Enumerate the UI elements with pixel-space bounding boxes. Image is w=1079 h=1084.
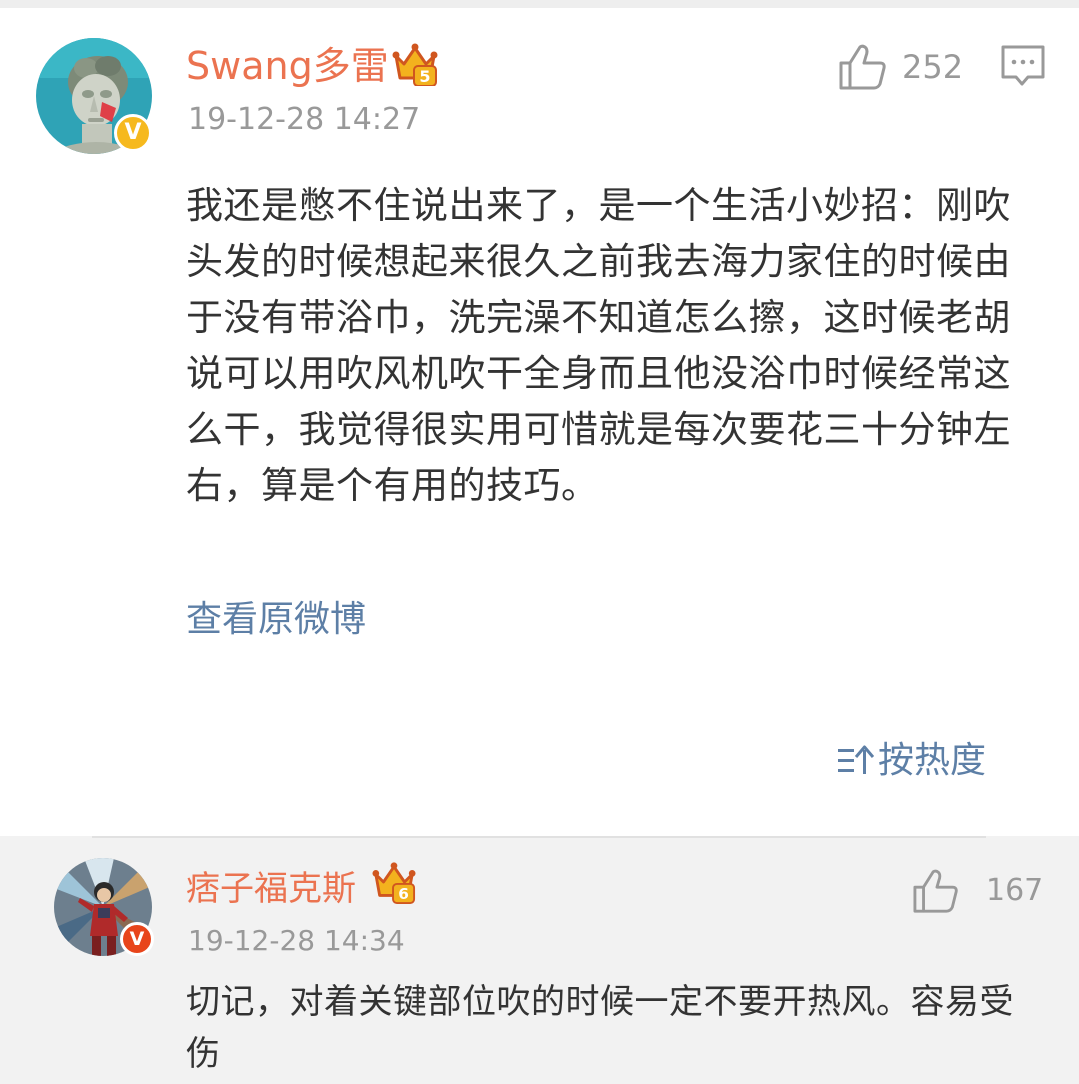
reply-avatar-wrap[interactable]: V — [54, 858, 154, 956]
reply-username[interactable]: 痞子福克斯 — [186, 866, 356, 912]
vip-level-text: 5 — [419, 67, 430, 86]
main-comment-timestamp: 19-12-28 14:27 — [188, 102, 421, 137]
sort-icon — [838, 745, 874, 774]
sort-label: 按热度 — [878, 740, 987, 781]
reply-divider — [92, 836, 986, 838]
view-original-link[interactable]: 查看原微博 — [186, 596, 366, 644]
thumbs-up-icon[interactable] — [838, 43, 888, 91]
like-count: 252 — [902, 48, 964, 86]
comment-thread-page: V Swang多雷 5 19-12-28 14:27 252 我还是憋不住说出来… — [0, 0, 1079, 1084]
vip-crown-icon[interactable]: 5 — [392, 42, 438, 86]
reply-like-button[interactable]: 167 — [912, 866, 1043, 916]
main-comment-avatar-wrap[interactable]: V — [36, 38, 152, 154]
main-comment-like-button[interactable]: 252 — [838, 42, 963, 92]
top-divider — [0, 0, 1079, 8]
verified-badge-icon: V — [120, 922, 154, 956]
main-comment-text: 我还是憋不住说出来了，是一个生活小妙招：刚吹头发的时候想起来很久之前我去海力家住… — [186, 184, 1011, 507]
vip-crown-icon[interactable]: 6 — [372, 860, 416, 904]
like-count: 167 — [986, 873, 1044, 908]
reply-text: 切记，对着关键部位吹的时候一定不要开热风。容易受伤 — [186, 982, 1014, 1074]
comment-bubble-icon[interactable] — [1000, 44, 1046, 88]
reply-timestamp: 19-12-28 14:34 — [188, 924, 405, 957]
sort-by-popularity-button[interactable]: 按热度 — [836, 736, 986, 786]
thumbs-up-icon[interactable] — [912, 868, 960, 914]
main-comment-username[interactable]: Swang多雷 — [186, 42, 389, 90]
reply-section: V 痞子福克斯 6 19-12-28 14:34 167 切记，对着关键部位吹的… — [0, 836, 1079, 1084]
verified-badge-icon: V — [114, 114, 152, 152]
vip-level-text: 6 — [398, 885, 409, 903]
